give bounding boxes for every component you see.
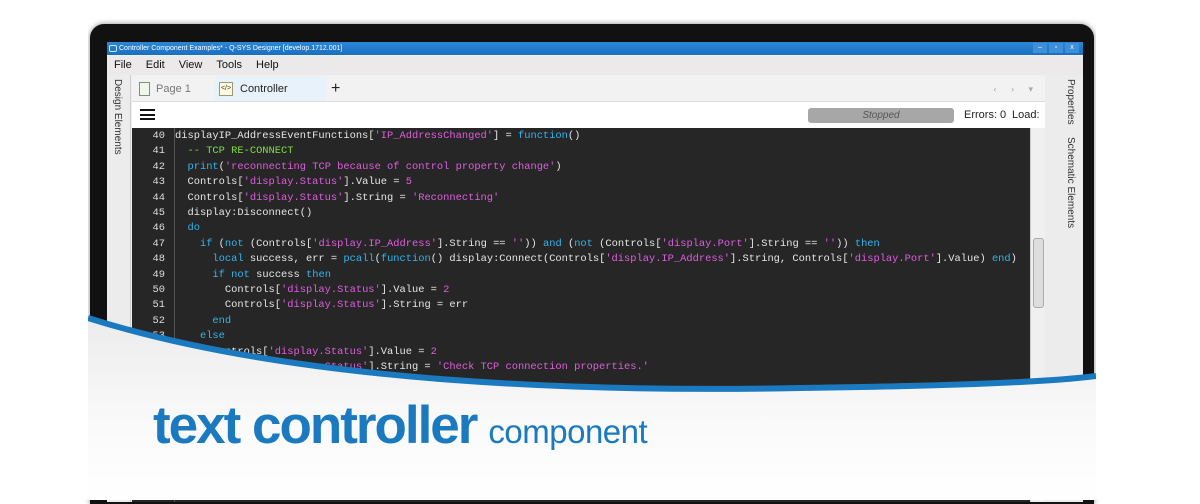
tagline: text controller component (153, 395, 648, 456)
tagline-bold: text controller (153, 396, 478, 455)
tagline-light: component (488, 413, 648, 450)
